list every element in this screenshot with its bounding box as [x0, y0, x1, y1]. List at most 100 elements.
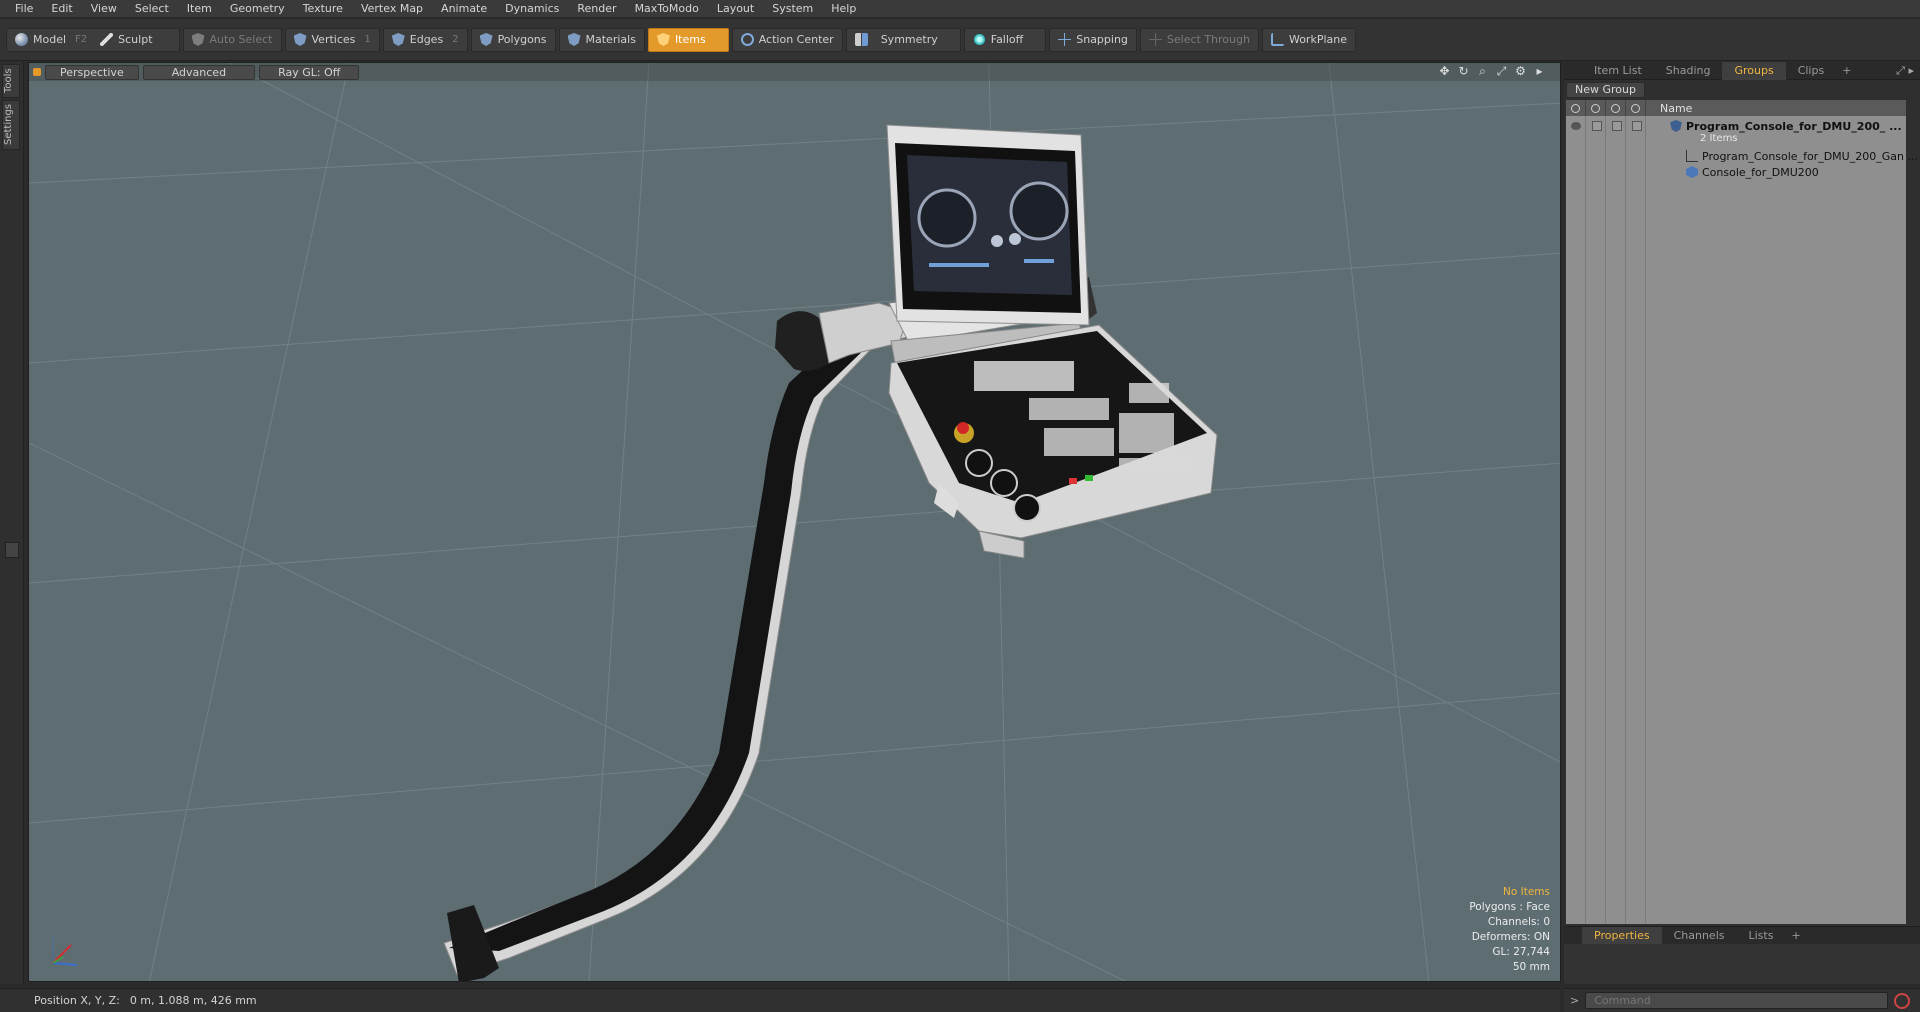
- stat-selection: No Items: [1503, 886, 1550, 898]
- command-input[interactable]: [1585, 992, 1889, 1009]
- tab-groups[interactable]: Groups: [1722, 61, 1786, 80]
- gear-icon[interactable]: ⚙: [1514, 65, 1527, 78]
- console-arm-model: [443, 124, 1218, 981]
- items-button[interactable]: Items: [647, 27, 729, 52]
- shading-mode-dropdown[interactable]: Advanced: [142, 64, 256, 80]
- menu-edit[interactable]: Edit: [42, 0, 81, 18]
- snapping-label: Snapping: [1076, 33, 1128, 46]
- position-value: 0 m, 1.088 m, 426 mm: [129, 994, 257, 1007]
- workplane-label: WorkPlane: [1288, 33, 1347, 46]
- tab-lists[interactable]: Lists: [1737, 927, 1786, 945]
- name-column-header[interactable]: Name: [1646, 102, 1692, 115]
- pan-icon[interactable]: ✥: [1438, 65, 1451, 78]
- stat-scale: 50 mm: [1512, 961, 1550, 973]
- model-label: Model: [33, 33, 67, 46]
- list-column-divider: [1626, 116, 1646, 924]
- tab-tools[interactable]: Tools: [2, 64, 20, 98]
- new-group-button[interactable]: New Group: [1566, 82, 1645, 98]
- items-label: Items: [674, 33, 706, 46]
- menu-system[interactable]: System: [763, 0, 822, 18]
- properties-panel: [1564, 944, 1920, 984]
- auto-select-button[interactable]: Auto Select: [182, 27, 282, 52]
- menu-file[interactable]: File: [6, 0, 42, 18]
- symmetry-button[interactable]: Symmetry: [845, 27, 961, 52]
- viewport-menu-icon[interactable]: [33, 68, 41, 76]
- lock-column-icon[interactable]: [1606, 100, 1626, 116]
- panel-expand-icon[interactable]: ⤢ ▸: [1896, 64, 1914, 78]
- menu-texture[interactable]: Texture: [294, 0, 352, 18]
- falloff-button[interactable]: Falloff: [963, 27, 1047, 52]
- menu-help[interactable]: Help: [822, 0, 865, 18]
- group-count-row: 2 Items: [1566, 130, 1906, 146]
- menu-view[interactable]: View: [82, 0, 126, 18]
- menu-vertex-map[interactable]: Vertex Map: [352, 0, 432, 18]
- materials-button[interactable]: Materials: [558, 27, 645, 52]
- menu-item[interactable]: Item: [178, 0, 221, 18]
- edges-label: Edges: [409, 33, 444, 46]
- command-history-icon[interactable]: [1894, 992, 1911, 1009]
- menu-maxtomodo[interactable]: MaxToModo: [626, 0, 708, 18]
- properties-tabs: Properties Channels Lists +: [1564, 926, 1920, 945]
- snapping-button[interactable]: Snapping: [1049, 27, 1137, 52]
- polygons-button[interactable]: Polygons: [470, 27, 556, 52]
- menu-dynamics[interactable]: Dynamics: [496, 0, 568, 18]
- menu-geometry[interactable]: Geometry: [221, 0, 294, 18]
- menu-select[interactable]: Select: [126, 0, 178, 18]
- list-item[interactable]: Program_Console_for_DMU_200_Gan ...: [1566, 148, 1918, 164]
- view-type-dropdown[interactable]: Perspective: [45, 64, 139, 80]
- snapping-icon: [1058, 33, 1072, 46]
- left-strip-toggle[interactable]: [5, 542, 19, 558]
- select-column-icon[interactable]: [1626, 100, 1646, 116]
- vertices-shortcut: 1: [364, 34, 371, 45]
- add-tab-button[interactable]: +: [1842, 64, 1851, 77]
- rotate-icon[interactable]: ↻: [1457, 65, 1470, 78]
- eye-icon[interactable]: [1571, 122, 1581, 130]
- main-toolbar: Model F2 Sculpt Auto Select Vertices 1 E…: [0, 19, 1920, 61]
- tab-channels[interactable]: Channels: [1662, 927, 1737, 945]
- model-shortcut: F2: [75, 34, 88, 45]
- command-arrow-icon: >: [1570, 994, 1580, 1007]
- select-through-icon: [1148, 33, 1162, 46]
- raygl-toggle[interactable]: Ray GL: Off: [259, 64, 360, 80]
- tab-clips[interactable]: Clips: [1786, 62, 1837, 80]
- render-column-icon[interactable]: [1586, 100, 1606, 116]
- viewport-header: Perspective Advanced Ray GL: Off: [29, 63, 1560, 81]
- child-name: Program_Console_for_DMU_200_Gan ...: [1702, 149, 1918, 163]
- sphere-icon: [15, 33, 28, 46]
- polygons-icon: [479, 33, 493, 46]
- model-mode-button[interactable]: Model F2 Sculpt: [6, 27, 180, 52]
- vertices-label: Vertices: [311, 33, 356, 46]
- menu-animate[interactable]: Animate: [432, 0, 496, 18]
- stat-channels: Channels: 0: [1487, 916, 1550, 928]
- mesh-icon: [1686, 166, 1698, 178]
- action-center-label: Action Center: [758, 33, 834, 46]
- maximize-icon[interactable]: ⤢: [1495, 65, 1508, 78]
- vertices-button[interactable]: Vertices 1: [284, 27, 380, 52]
- materials-label: Materials: [585, 33, 636, 46]
- modo-app-window: File Edit View Select Item Geometry Text…: [0, 0, 1920, 1012]
- items-icon: [656, 33, 670, 46]
- groups-list[interactable]: Program_Console_for_DMU_200_ ... 2 Items…: [1566, 116, 1918, 924]
- tab-settings[interactable]: Settings: [2, 100, 20, 150]
- zoom-icon[interactable]: ⌕: [1476, 65, 1489, 78]
- stat-deformers: Deformers: ON: [1471, 931, 1550, 943]
- action-center-button[interactable]: Action Center: [731, 27, 843, 52]
- falloff-label: Falloff: [990, 33, 1024, 46]
- list-column-divider: [1586, 116, 1606, 924]
- status-bar: Position X, Y, Z: 0 m, 1.088 m, 426 mm: [0, 988, 1560, 1012]
- list-item[interactable]: Console_for_DMU200: [1566, 164, 1906, 180]
- edges-button[interactable]: Edges 2: [382, 27, 468, 52]
- sculpt-label[interactable]: Sculpt: [118, 33, 152, 46]
- 3d-viewport[interactable]: Perspective Advanced Ray GL: Off ✥ ↻ ⌕ ⤢…: [28, 62, 1561, 982]
- menu-render[interactable]: Render: [568, 0, 625, 18]
- visibility-column-icon[interactable]: [1566, 100, 1586, 116]
- select-through-button[interactable]: Select Through: [1139, 27, 1259, 52]
- menu-layout[interactable]: Layout: [708, 0, 763, 18]
- add-tab-button[interactable]: +: [1791, 929, 1800, 942]
- play-arrow-icon[interactable]: ▸: [1533, 65, 1546, 78]
- workplane-button[interactable]: WorkPlane: [1261, 27, 1356, 52]
- tab-item-list[interactable]: Item List: [1582, 62, 1654, 80]
- tab-properties[interactable]: Properties: [1582, 926, 1662, 945]
- workplane-icon: [1270, 33, 1284, 46]
- tab-shading[interactable]: Shading: [1654, 62, 1723, 80]
